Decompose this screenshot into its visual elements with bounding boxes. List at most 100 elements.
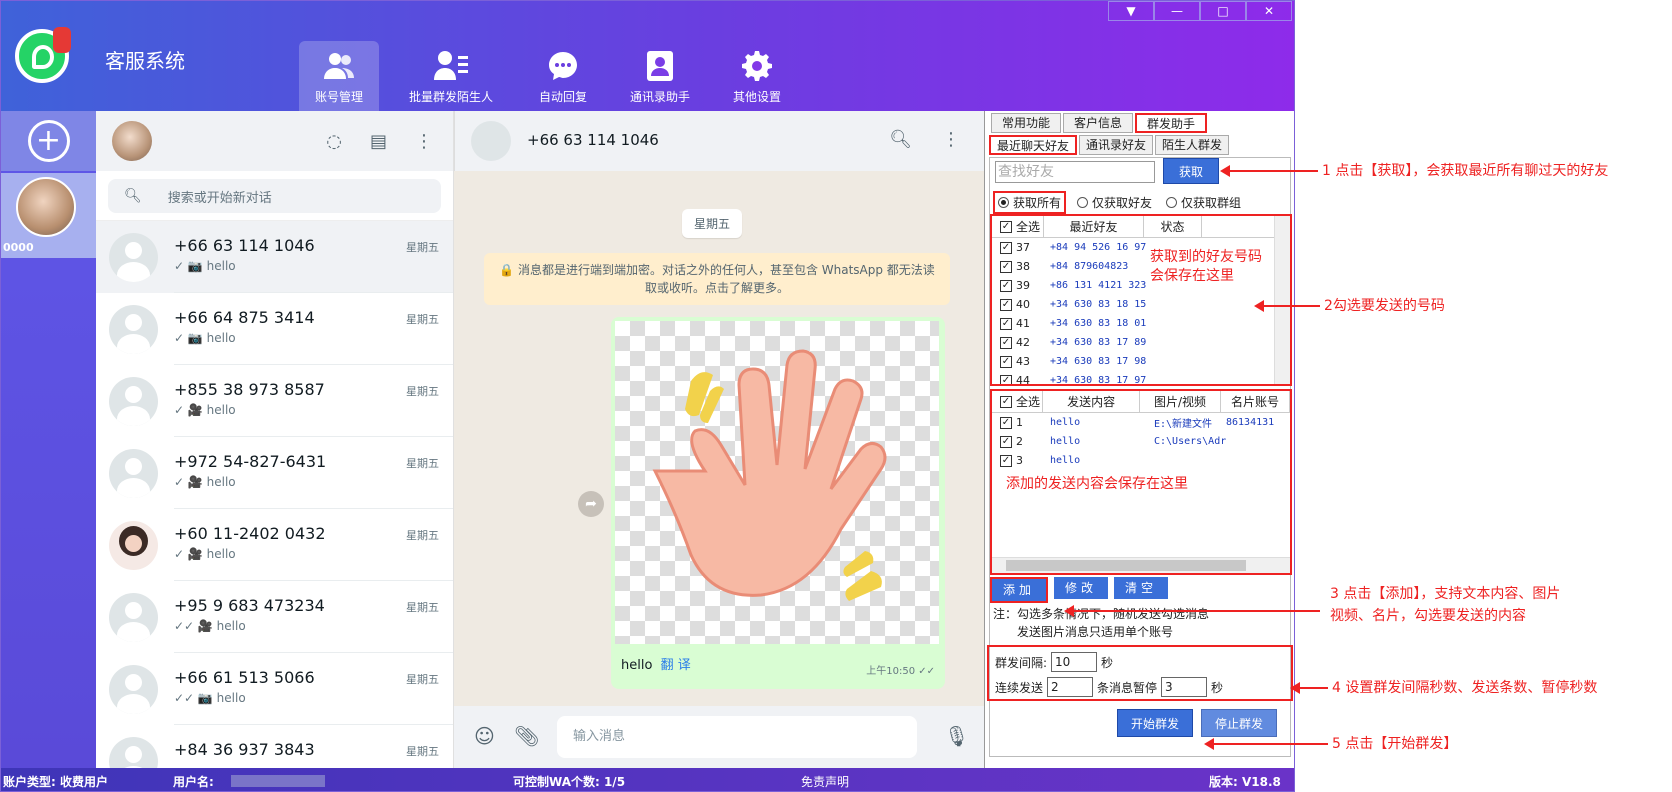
new-chat-icon[interactable]: ▤ xyxy=(370,131,387,152)
radio-icon xyxy=(998,197,1009,208)
account-item[interactable]: 0000 xyxy=(1,173,96,258)
content-row[interactable]: ✓ 3 hello xyxy=(992,451,1290,470)
tab-bulk-assistant[interactable]: 群发助手 xyxy=(1135,113,1208,133)
stop-bulk-send-button[interactable]: 停止群发 xyxy=(1201,709,1277,737)
content-row[interactable]: ✓ 2 hello C:\Users\Adr xyxy=(992,432,1290,451)
translate-link[interactable]: 翻 译 xyxy=(661,658,691,673)
chat-row[interactable]: +66 63 114 1046 星期五 ✓ 📷 hello xyxy=(96,221,453,293)
find-friend-input[interactable]: 查找好友 xyxy=(995,161,1155,183)
tab-common[interactable]: 常用功能 xyxy=(991,113,1062,133)
add-account-button[interactable]: + xyxy=(1,111,96,171)
row-checkbox[interactable]: ✓ xyxy=(1000,355,1012,368)
nav-auto-reply[interactable]: 自动回复 xyxy=(523,41,603,111)
row-checkbox[interactable]: ✓ xyxy=(1000,435,1012,448)
chat-row[interactable]: +855 38 973 8587 星期五 ✓ 🎥 hello xyxy=(96,365,453,437)
radio-icon xyxy=(1166,197,1178,208)
message-bubble[interactable]: hello 翻 译 上午10:50 ✓✓ xyxy=(611,317,945,689)
tab-customer-info[interactable]: 客户信息 xyxy=(1063,113,1134,133)
minimize-button[interactable]: — xyxy=(1154,1,1200,21)
note-line: 注：勾选多条情况下，随机发送勾选消息 xyxy=(993,607,1210,621)
tab-recent-friends[interactable]: 最近聊天好友 xyxy=(989,135,1078,155)
edit-button[interactable]: 修改 xyxy=(1054,577,1108,599)
friend-row[interactable]: ✓ 40 +34 630 83 18 15 xyxy=(992,295,1290,314)
select-all-checkbox[interactable]: ✓ xyxy=(1000,395,1012,408)
attach-icon[interactable]: 📎︎ xyxy=(514,724,539,748)
chat-time: 星期五 xyxy=(406,241,439,254)
emoji-icon[interactable]: ☺ xyxy=(474,724,495,748)
radio-label: 仅获取好友 xyxy=(1092,196,1153,210)
friend-number: +84 879604823 xyxy=(1050,261,1129,272)
search-icon[interactable]: 🔍︎ xyxy=(889,129,912,150)
row-checkbox[interactable]: ✓ xyxy=(1000,279,1012,292)
continuous-label: 连续发送 xyxy=(995,680,1044,695)
chat-last-message: ✓ 📷 hello xyxy=(174,331,236,345)
avatar xyxy=(109,520,158,570)
close-button[interactable]: ✕ xyxy=(1246,1,1292,21)
disclaimer-link[interactable]: 免责声明 xyxy=(801,773,849,790)
microphone-icon[interactable]: 🎙︎ xyxy=(944,724,969,748)
nav-bulk-stranger[interactable]: 批量群发陌生人 xyxy=(396,41,506,111)
row-index: 43 xyxy=(1016,355,1030,368)
friend-row[interactable]: ✓ 41 +34 630 83 18 01 xyxy=(992,314,1290,333)
clear-button[interactable]: 清空 xyxy=(1114,577,1168,599)
fetch-button[interactable]: 获取 xyxy=(1163,158,1219,184)
add-button[interactable]: 添加 xyxy=(992,579,1046,601)
forward-icon[interactable]: ➦ xyxy=(578,491,604,517)
chat-row[interactable]: +84 36 937 3843 星期五 xyxy=(96,725,453,768)
tab-stranger-bulk[interactable]: 陌生人群发 xyxy=(1155,135,1230,155)
row-checkbox[interactable]: ✓ xyxy=(1000,260,1012,273)
content-card: 86134131 xyxy=(1226,417,1275,428)
menu-icon[interactable]: ⋮ xyxy=(942,129,960,150)
chat-row[interactable]: +60 11-2402 0432 星期五 ✓ 🎥 hello xyxy=(96,509,453,581)
row-checkbox[interactable]: ✓ xyxy=(1000,317,1012,330)
content-text: hello xyxy=(1050,417,1081,428)
row-checkbox[interactable]: ✓ xyxy=(1000,454,1012,467)
seconds-label: 秒 xyxy=(1211,680,1224,695)
username-label: 用户名: xyxy=(173,775,214,789)
menu-icon[interactable]: ⋮ xyxy=(415,131,433,152)
content-row[interactable]: ✓ 1 hello E:\新建文件 86134131 xyxy=(992,413,1290,432)
message-input[interactable]: 输入消息 xyxy=(557,716,917,758)
row-checkbox[interactable]: ✓ xyxy=(1000,241,1012,254)
row-checkbox[interactable]: ✓ xyxy=(1000,336,1012,349)
scrollbar[interactable] xyxy=(1274,216,1290,384)
header-label: 状态 xyxy=(1144,216,1202,238)
username-mask xyxy=(231,775,325,787)
maximize-button[interactable]: □ xyxy=(1200,1,1246,21)
avatar xyxy=(109,232,158,282)
friend-row[interactable]: ✓ 43 +34 630 83 17 98 xyxy=(992,352,1290,371)
tab-contacts-friends[interactable]: 通讯录好友 xyxy=(1079,135,1154,155)
radio-fetch-all[interactable]: 获取所有 xyxy=(993,191,1067,214)
status-icon[interactable]: ◌ xyxy=(326,131,342,152)
row-checkbox[interactable]: ✓ xyxy=(1000,374,1012,384)
row-checkbox[interactable]: ✓ xyxy=(1000,416,1012,429)
encryption-notice[interactable]: 🔒 消息都是进行端到端加密。对话之外的任何人，甚至包含 WhatsApp 都无法… xyxy=(484,253,950,305)
radio-fetch-friends[interactable]: 仅获取好友 xyxy=(1074,191,1155,214)
avatar[interactable] xyxy=(112,121,152,161)
content-text: hello xyxy=(1050,436,1081,447)
pause-input[interactable]: 3 xyxy=(1161,677,1208,697)
avatar xyxy=(109,664,158,714)
dropdown-button[interactable]: ▼ xyxy=(1108,1,1154,21)
chat-row[interactable]: +972 54-827-6431 星期五 ✓ 🎥 hello xyxy=(96,437,453,509)
nav-account-management[interactable]: 账号管理 xyxy=(299,41,379,111)
avatar[interactable] xyxy=(471,121,511,161)
scrollbar[interactable] xyxy=(992,557,1290,573)
friend-row[interactable]: ✓ 42 +34 630 83 17 89 xyxy=(992,333,1290,352)
app-title: 客服系统 xyxy=(105,49,185,73)
row-checkbox[interactable]: ✓ xyxy=(1000,298,1012,311)
main-nav: 账号管理 批量群发陌生人 自动回复 通讯录助手 其他设置 xyxy=(299,41,814,111)
search-input[interactable]: 🔍︎ 搜索或开始新对话 xyxy=(108,179,441,213)
continuous-input[interactable]: 2 xyxy=(1047,677,1094,697)
chat-row[interactable]: +95 9 683 473234 星期五 ✓✓ 🎥 hello xyxy=(96,581,453,653)
friend-row[interactable]: ✓ 44 +34 630 83 17 97 xyxy=(992,371,1290,384)
start-bulk-send-button[interactable]: 开始群发 xyxy=(1117,709,1193,737)
chat-row[interactable]: +66 64 875 3414 星期五 ✓ 📷 hello xyxy=(96,293,453,365)
day-separator: 星期五 xyxy=(682,209,743,238)
chat-row[interactable]: +66 61 513 5066 星期五 ✓✓ 📷 hello xyxy=(96,653,453,725)
radio-fetch-groups[interactable]: 仅获取群组 xyxy=(1163,191,1244,214)
nav-contacts-assistant[interactable]: 通讯录助手 xyxy=(620,41,700,111)
interval-input[interactable]: 10 xyxy=(1051,652,1098,672)
select-all-checkbox[interactable]: ✓ xyxy=(1000,220,1012,233)
nav-other-settings[interactable]: 其他设置 xyxy=(717,41,797,111)
